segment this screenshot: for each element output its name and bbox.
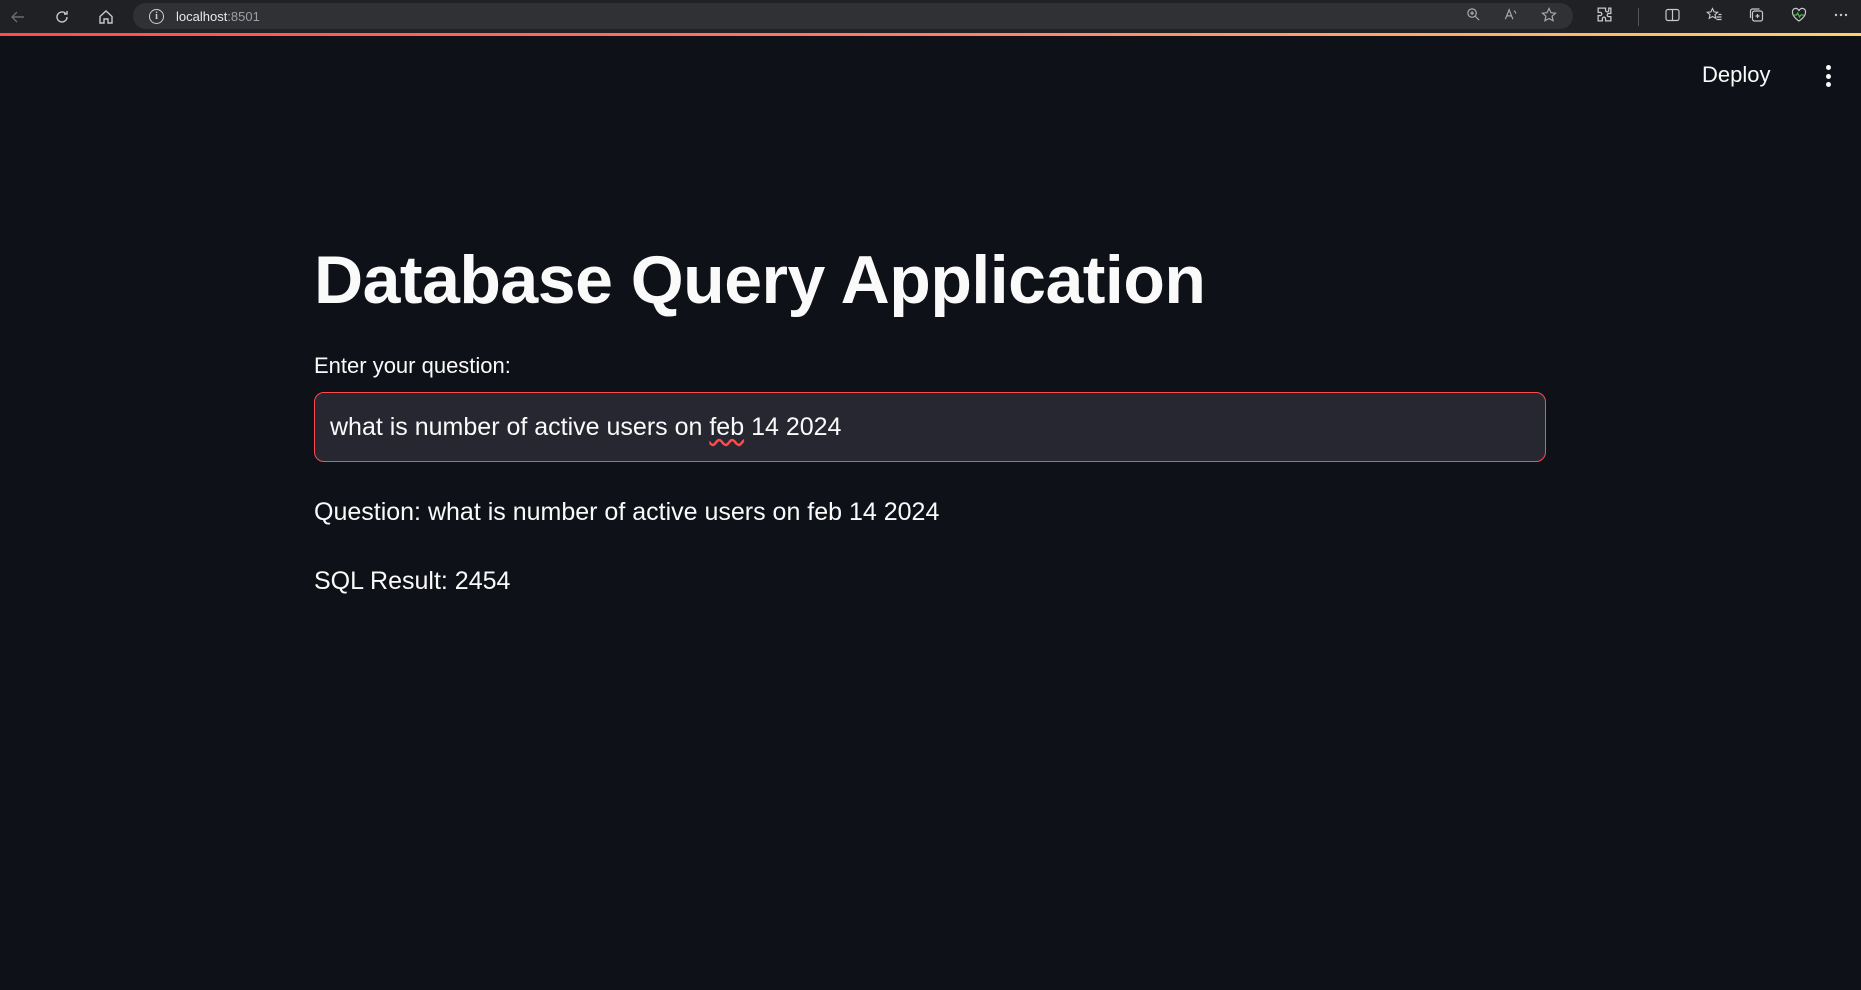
page-title: Database Query Application	[314, 242, 1206, 318]
browser-essentials-icon[interactable]	[1790, 7, 1808, 27]
info-icon[interactable]: i	[149, 8, 164, 24]
more-icon[interactable]	[1833, 7, 1849, 27]
main-content: Database Query Application Enter your qu…	[314, 240, 1546, 596]
back-icon[interactable]	[4, 3, 32, 31]
app-decoration-bar	[0, 33, 1861, 36]
kebab-dot	[1825, 82, 1831, 87]
home-icon[interactable]	[92, 3, 120, 31]
url-port: :8501	[227, 8, 260, 24]
split-screen-icon[interactable]	[1664, 7, 1681, 27]
question-echo: Question: what is number of active users…	[314, 498, 940, 526]
main-menu-button[interactable]	[1818, 62, 1838, 90]
collections-icon[interactable]	[1748, 7, 1765, 27]
deploy-button[interactable]: Deploy	[1696, 60, 1776, 90]
sql-result: SQL Result: 2454	[314, 567, 511, 595]
url-host: localhost	[176, 8, 228, 24]
extensions-icon[interactable]	[1596, 6, 1613, 27]
question-input-label: Enter your question:	[314, 353, 511, 378]
browser-toolbar: i localhost:8501	[0, 0, 1861, 33]
input-text-prefix: what is number of active users on	[330, 412, 710, 441]
reload-icon[interactable]	[48, 3, 76, 31]
favorites-icon[interactable]	[1706, 6, 1723, 27]
favorite-icon[interactable]	[1541, 6, 1557, 26]
input-text-misspelled: feb	[709, 412, 745, 441]
toolbar-divider	[1638, 7, 1639, 26]
address-bar[interactable]: i localhost:8501	[133, 3, 1573, 29]
kebab-dot	[1825, 65, 1831, 70]
kebab-dot	[1825, 73, 1831, 79]
question-input[interactable]: what is number of active users on feb 14…	[314, 392, 1546, 462]
input-text-suffix: 14 2024	[744, 412, 842, 441]
zoom-icon[interactable]	[1466, 7, 1481, 25]
read-aloud-icon[interactable]	[1503, 7, 1519, 25]
